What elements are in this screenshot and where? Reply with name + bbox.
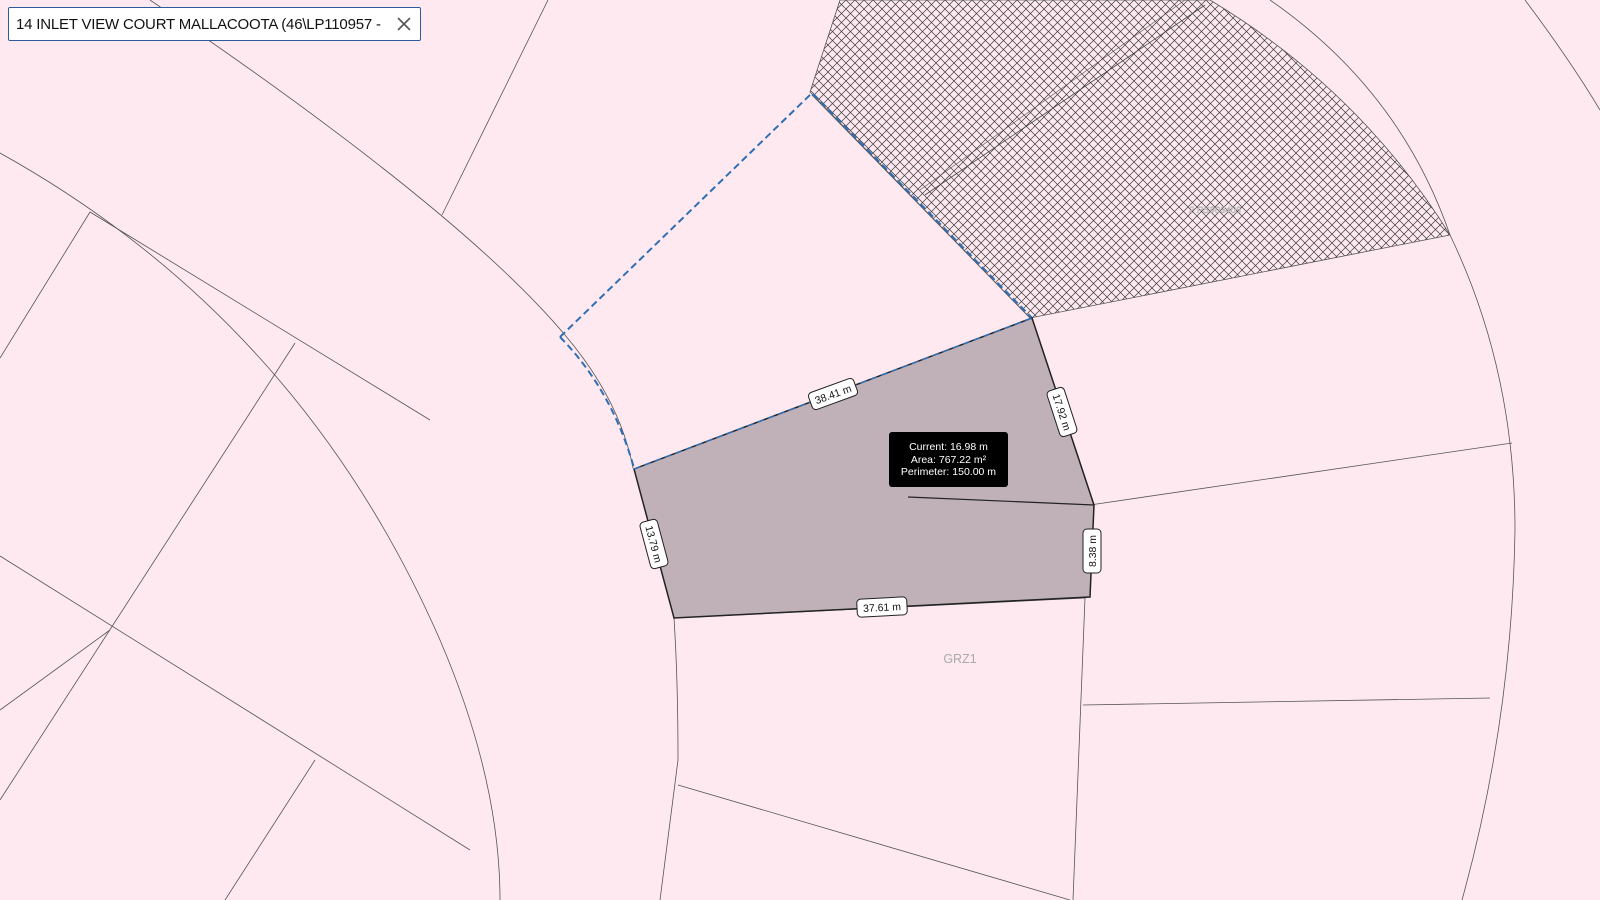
map-canvas[interactable]: 38.41 m 17.92 m 8.38 m 37.61 m 13.79 m G…	[0, 0, 1600, 900]
current-length: Current: 16.98 m	[909, 441, 988, 453]
measurement-tooltip: Current: 16.98 m Area: 767.22 m² Perimet…	[889, 432, 1008, 487]
dimension-text-right-lower: 8.38 m	[1087, 535, 1099, 567]
close-icon	[397, 17, 411, 31]
hatched-parcel-label: 2 PS903405	[1188, 205, 1242, 216]
dimension-text-bottom: 37.61 m	[863, 601, 902, 615]
clear-search-button[interactable]	[394, 14, 414, 34]
dimension-label-bottom: 37.61 m	[856, 596, 908, 618]
search-input[interactable]: 14 INLET VIEW COURT MALLACOOTA (46\LP110…	[16, 16, 390, 33]
area-value: Area: 767.22 m²	[910, 453, 987, 466]
search-box[interactable]: 14 INLET VIEW COURT MALLACOOTA (46\LP110…	[8, 7, 421, 41]
perimeter-value: Perimeter: 150.00 m	[900, 466, 997, 478]
dimension-label-right-lower: 8.38 m	[1082, 528, 1102, 574]
zone-label: GRZ1	[943, 652, 976, 666]
